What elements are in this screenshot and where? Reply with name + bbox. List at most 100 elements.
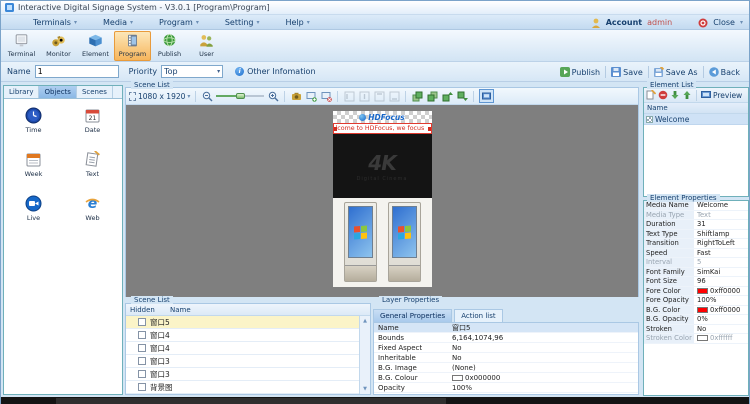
color-swatch[interactable] bbox=[697, 288, 708, 294]
property-row[interactable]: Opacity100% bbox=[374, 383, 638, 393]
toolbar-element-button[interactable]: Element bbox=[77, 31, 114, 61]
object-web[interactable]: e Web bbox=[63, 195, 122, 239]
fit-to-window-button[interactable] bbox=[479, 89, 494, 103]
hidden-checkbox[interactable] bbox=[138, 331, 146, 339]
toolbar-publish-button[interactable]: Publish bbox=[151, 31, 188, 61]
property-row[interactable]: Font Size96 bbox=[644, 277, 748, 287]
selection-handle[interactable] bbox=[428, 127, 432, 131]
object-date[interactable]: 21 Date bbox=[63, 107, 122, 151]
hidden-checkbox[interactable] bbox=[138, 383, 146, 391]
program-preview[interactable]: HDFocus lcome to HDFocus, we focus 4K Di… bbox=[333, 111, 432, 287]
hidden-checkbox[interactable] bbox=[138, 357, 146, 365]
property-row[interactable]: Duration31 bbox=[644, 220, 748, 230]
save-button[interactable]: Save bbox=[606, 66, 648, 78]
property-row[interactable]: Fixed AspectNo bbox=[374, 343, 638, 353]
property-row[interactable]: StrokenNo bbox=[644, 325, 748, 335]
bring-to-front-button[interactable] bbox=[411, 90, 423, 102]
move-up-icon[interactable] bbox=[682, 90, 692, 100]
tab-general-properties[interactable]: General Properties bbox=[373, 309, 452, 322]
tab-objects[interactable]: Objects bbox=[39, 86, 76, 98]
publish-button[interactable]: Publish bbox=[555, 66, 606, 78]
menu-program[interactable]: Program▾ bbox=[159, 18, 199, 27]
align-top-button[interactable] bbox=[373, 90, 385, 102]
object-time[interactable]: Time bbox=[4, 107, 63, 151]
property-row[interactable]: Fore Opacity100% bbox=[644, 296, 748, 306]
toolbar-program-button[interactable]: Program bbox=[114, 31, 151, 61]
move-layer-down-button[interactable] bbox=[456, 90, 468, 102]
toolbar-monitor-button[interactable]: Monitor bbox=[40, 31, 77, 61]
tab-scenes[interactable]: Scenes bbox=[77, 86, 113, 98]
color-swatch[interactable] bbox=[697, 307, 708, 313]
color-swatch[interactable] bbox=[452, 375, 463, 381]
menu-setting[interactable]: Setting▾ bbox=[225, 18, 260, 27]
scene-row[interactable]: 背景图 bbox=[126, 381, 370, 394]
object-live[interactable]: Live bbox=[4, 195, 63, 239]
scroll-up-icon[interactable]: ▲ bbox=[363, 316, 367, 326]
object-text[interactable]: Text bbox=[63, 151, 122, 195]
tab-library[interactable]: Library bbox=[4, 86, 39, 98]
align-bottom-button[interactable] bbox=[388, 90, 400, 102]
account-username[interactable]: admin bbox=[647, 18, 672, 27]
edit-icon[interactable] bbox=[646, 90, 656, 100]
property-row[interactable]: Font FamilySimKai bbox=[644, 268, 748, 278]
taskbar-app-button[interactable] bbox=[56, 398, 446, 404]
delete-element-icon[interactable] bbox=[658, 90, 668, 100]
toolbar-user-button[interactable]: User bbox=[188, 31, 225, 61]
move-down-icon[interactable] bbox=[670, 90, 680, 100]
zoom-out-button[interactable] bbox=[201, 90, 213, 102]
scene-row[interactable]: 窗口3 bbox=[126, 368, 370, 381]
property-row[interactable]: Text TypeShiftlamp bbox=[644, 230, 748, 240]
zoom-slider[interactable] bbox=[216, 91, 264, 101]
color-swatch[interactable] bbox=[697, 335, 708, 341]
priority-select[interactable]: Top▾ bbox=[161, 65, 223, 78]
menu-media[interactable]: Media▾ bbox=[103, 18, 133, 27]
property-row[interactable]: B.G. Colour 0x000000 bbox=[374, 373, 638, 383]
scroll-down-icon[interactable]: ▼ bbox=[363, 384, 367, 394]
property-row[interactable]: SpeedFast bbox=[644, 249, 748, 259]
hidden-checkbox[interactable] bbox=[138, 344, 146, 352]
hidden-checkbox[interactable] bbox=[138, 318, 146, 326]
back-button[interactable]: Back bbox=[704, 66, 745, 78]
move-layer-up-button[interactable] bbox=[441, 90, 453, 102]
menu-terminals[interactable]: Terminals▾ bbox=[33, 18, 77, 27]
kiosk-image-layer[interactable] bbox=[333, 198, 432, 287]
element-row[interactable]: Welcome bbox=[644, 114, 748, 125]
property-row[interactable]: Name窗口5 bbox=[374, 323, 638, 333]
close-button[interactable]: Close bbox=[713, 18, 735, 27]
selection-handle[interactable] bbox=[333, 127, 337, 131]
snapshot-button[interactable] bbox=[290, 90, 302, 102]
property-row[interactable]: B.G. Image(None) bbox=[374, 363, 638, 373]
marquee-text-layer[interactable]: lcome to HDFocus, we focus bbox=[333, 123, 432, 134]
scene-row[interactable]: 窗口4 bbox=[126, 342, 370, 355]
scene-list-scrollbar[interactable]: ▲ ▼ bbox=[359, 316, 370, 394]
property-row[interactable]: InheritableNo bbox=[374, 353, 638, 363]
align-left-button[interactable] bbox=[343, 90, 355, 102]
program-name-input[interactable] bbox=[35, 65, 119, 78]
scene-row[interactable]: 窗口5 bbox=[126, 316, 370, 329]
property-row[interactable]: B.G. Opacity0% bbox=[644, 315, 748, 325]
scene-row[interactable]: 窗口3 bbox=[126, 355, 370, 368]
send-to-back-button[interactable] bbox=[426, 90, 438, 102]
toolbar-terminal-button[interactable]: Terminal bbox=[3, 31, 40, 61]
scene-canvas[interactable]: HDFocus lcome to HDFocus, we focus 4K Di… bbox=[126, 105, 638, 297]
property-row[interactable]: Media NameWelcome bbox=[644, 201, 748, 211]
resolution-select[interactable]: 1080 x 1920 ▾ bbox=[129, 92, 190, 101]
property-row[interactable]: Fore Color 0xff0000 bbox=[644, 287, 748, 297]
property-row[interactable]: Bounds6,164,1074,96 bbox=[374, 333, 638, 343]
scene-row[interactable]: 窗口4 bbox=[126, 329, 370, 342]
poster-image-layer[interactable]: 4K Digital Cinema bbox=[333, 134, 432, 198]
delete-scene-button[interactable] bbox=[320, 90, 332, 102]
menu-help[interactable]: Help▾ bbox=[286, 18, 310, 27]
add-scene-button[interactable] bbox=[305, 90, 317, 102]
align-center-button[interactable] bbox=[358, 90, 370, 102]
save-as-button[interactable]: Save As bbox=[649, 66, 703, 78]
preview-button[interactable]: Preview bbox=[713, 91, 742, 100]
other-information-link[interactable]: Other Infomation bbox=[247, 67, 315, 76]
object-week[interactable]: Week bbox=[4, 151, 63, 195]
tab-action-list[interactable]: Action list bbox=[454, 309, 502, 322]
zoom-slider-thumb[interactable] bbox=[236, 93, 245, 99]
property-row[interactable]: B.G. Color 0xff0000 bbox=[644, 306, 748, 316]
hidden-checkbox[interactable] bbox=[138, 370, 146, 378]
zoom-in-button[interactable] bbox=[267, 90, 279, 102]
property-row[interactable]: TransitionRightToLeft bbox=[644, 239, 748, 249]
